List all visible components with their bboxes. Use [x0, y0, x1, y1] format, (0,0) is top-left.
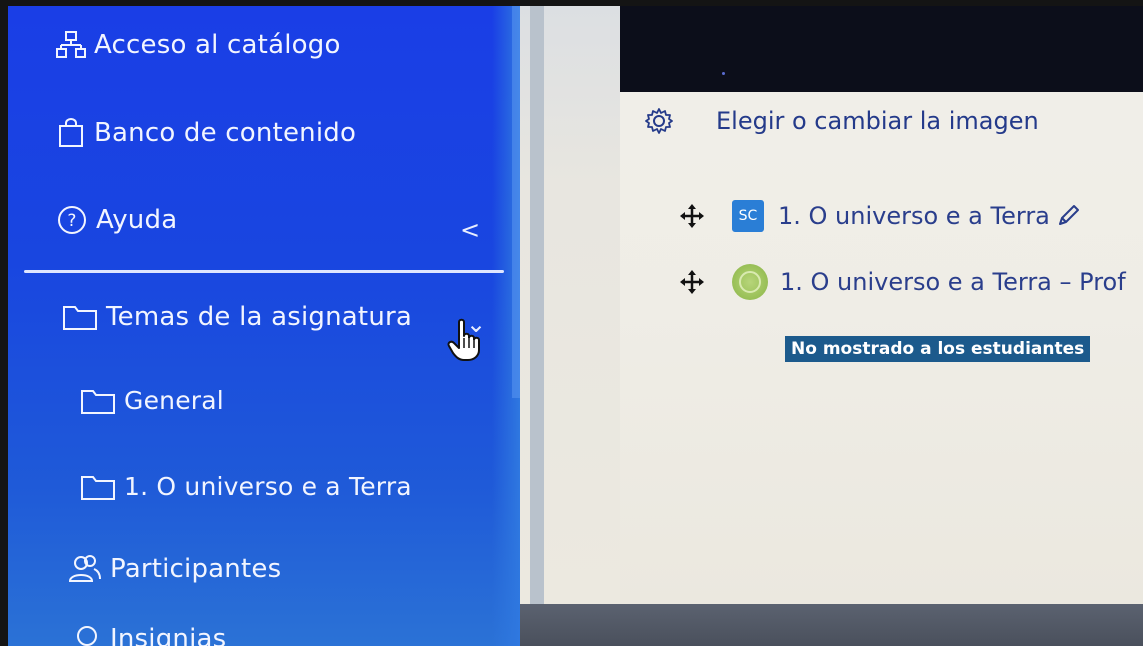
sidebar-item-label: Ayuda: [96, 205, 178, 235]
resource-icon-ring: [739, 271, 761, 293]
activity-row[interactable]: 1. O universo e a Terra – Prof: [680, 264, 1126, 300]
sidebar: Acceso al catálogo Banco de contenido ? …: [8, 6, 520, 646]
sidebar-scrollbar[interactable]: [512, 6, 520, 398]
activity-title[interactable]: 1. O universo e a Terra: [778, 202, 1050, 230]
sidebar-item-label: Participantes: [110, 554, 282, 584]
sidebar-item-content-bank[interactable]: Banco de contenido: [56, 118, 356, 148]
scorm-icon: SC: [732, 200, 764, 232]
bottom-bar: [520, 604, 1143, 646]
svg-text:?: ?: [67, 211, 76, 231]
sidebar-item-participants[interactable]: Participantes: [68, 554, 281, 584]
sidebar-item-course-topics[interactable]: Temas de la asignatura: [62, 302, 412, 332]
sidebar-item-label: General: [124, 386, 224, 415]
resource-icon: [732, 264, 768, 300]
badge-icon: [77, 626, 97, 646]
move-icon[interactable]: [680, 204, 704, 228]
sidebar-item-label: Temas de la asignatura: [106, 302, 413, 332]
gear-icon: [645, 108, 673, 134]
sidebar-item-label: 1. O universo e a Terra: [124, 472, 412, 501]
pencil-icon[interactable]: [1056, 204, 1080, 228]
sidebar-item-help[interactable]: ? Ayuda: [56, 204, 177, 236]
sidebar-divider: [24, 270, 504, 273]
activity-row[interactable]: SC 1. O universo e a Terra: [680, 200, 1080, 232]
sidebar-item-label: Acceso al catálogo: [94, 30, 341, 60]
hand-cursor-icon: [447, 318, 480, 361]
sidebar-item-label: Banco de contenido: [94, 118, 357, 148]
activity-title[interactable]: 1. O universo e a Terra – Prof: [780, 268, 1126, 296]
sidebar-item-badges[interactable]: Insignias: [72, 624, 226, 646]
gutter-shade: [530, 6, 544, 606]
users-icon: [68, 555, 101, 582]
chevron-left-icon[interactable]: <: [460, 216, 480, 244]
visibility-badge: No mostrado a los estudiantes: [785, 336, 1091, 362]
sidebar-item-catalog[interactable]: Acceso al catálogo: [56, 30, 341, 60]
change-image-link[interactable]: Elegir o cambiar la imagen: [644, 106, 1039, 136]
folder-icon: [81, 475, 115, 500]
banner-dot: [722, 72, 725, 75]
sidebar-item-general[interactable]: General: [80, 386, 224, 415]
sidebar-item-topic-1[interactable]: 1. O universo e a Terra: [80, 472, 412, 501]
change-image-label: Elegir o cambiar la imagen: [716, 107, 1039, 135]
sitemap-icon: [56, 31, 86, 58]
bag-icon: [59, 118, 83, 147]
move-icon[interactable]: [680, 270, 704, 294]
course-content: Elegir o cambiar la imagen SC 1. O unive…: [620, 6, 1143, 606]
sidebar-item-label: Insignias: [110, 624, 227, 646]
page-gutter: [520, 6, 620, 606]
course-image-banner: [620, 6, 1143, 92]
folder-icon: [81, 389, 115, 414]
folder-icon: [63, 306, 97, 330]
help-icon: ?: [58, 206, 86, 234]
